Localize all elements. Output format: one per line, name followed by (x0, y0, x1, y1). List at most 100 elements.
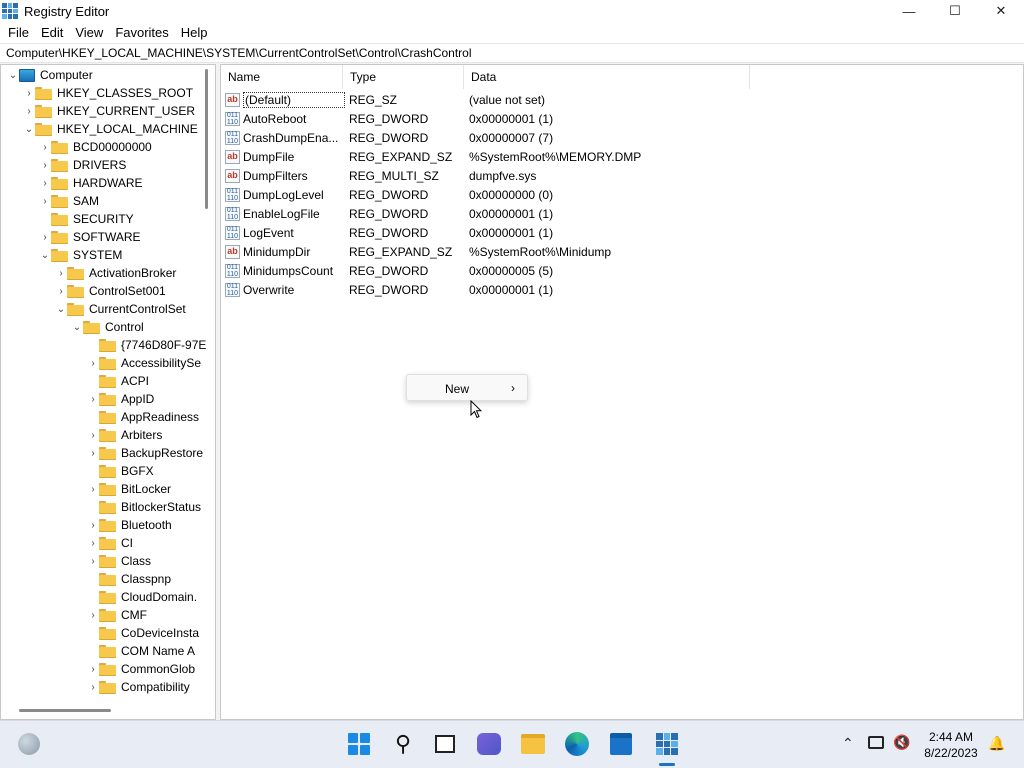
tree-node[interactable]: Classpnp (87, 570, 171, 588)
collapse-chevron-icon[interactable]: ⌄ (39, 246, 51, 264)
tree-node[interactable]: › DRIVERS (39, 156, 126, 174)
tree-node[interactable]: COM Name A (87, 642, 195, 660)
tree-node[interactable]: › ControlSet001 (55, 282, 165, 300)
expand-chevron-icon[interactable]: › (23, 102, 35, 120)
tree-node[interactable]: › SAM (39, 192, 99, 210)
tree-node[interactable]: {7746D80F-97E (87, 336, 206, 354)
value-row[interactable]: 011 110 Overwrite REG_DWORD 0x00000001 (1) (225, 280, 553, 299)
tree-node[interactable]: › CI (87, 534, 133, 552)
menu-favorites[interactable]: Favorites (109, 22, 174, 43)
menu-help[interactable]: Help (175, 22, 214, 43)
tree-node[interactable]: › CMF (87, 606, 147, 624)
expand-chevron-icon[interactable]: › (87, 444, 99, 462)
value-row[interactable]: 011 110 MinidumpsCount REG_DWORD 0x00000005 … (225, 261, 553, 280)
tree-node[interactable]: BitlockerStatus (87, 498, 201, 516)
column-header-type[interactable]: Type (343, 65, 464, 89)
tree-node[interactable]: CoDeviceInsta (87, 624, 199, 642)
expand-chevron-icon[interactable]: › (39, 192, 51, 210)
tree-node[interactable]: › Class (87, 552, 151, 570)
registry-tree[interactable]: ⌄ Computer › HKEY_CLASSES_ROOT › HKEY_CURRENT… (0, 64, 216, 720)
tree-vertical-scrollbar[interactable] (205, 69, 208, 209)
tree-node[interactable]: SECURITY (39, 210, 134, 228)
chat-icon[interactable] (476, 731, 502, 757)
value-row[interactable]: ab (Default) REG_SZ (value not set) (225, 90, 545, 109)
value-row[interactable]: 011 110 LogEvent REG_DWORD 0x00000001 (1) (225, 223, 553, 242)
tree-node[interactable]: › AccessibilitySe (87, 354, 201, 372)
tree-node[interactable]: › BackupRestore (87, 444, 203, 462)
collapse-chevron-icon[interactable]: ⌄ (71, 318, 83, 336)
expand-chevron-icon[interactable]: › (87, 678, 99, 696)
tree-node[interactable]: ⌄ Computer (7, 66, 93, 84)
expand-chevron-icon[interactable]: › (39, 138, 51, 156)
expand-chevron-icon[interactable]: › (39, 174, 51, 192)
value-row[interactable]: ab DumpFile REG_EXPAND_SZ %SystemRoot%\MEMO… (225, 147, 641, 166)
tree-node[interactable]: ⌄ CurrentControlSet (55, 300, 186, 318)
value-row[interactable]: ab DumpFilters REG_MULTI_SZ dumpfve.sys (225, 166, 536, 185)
collapse-chevron-icon[interactable]: ⌄ (23, 120, 35, 138)
expand-chevron-icon[interactable]: › (87, 534, 99, 552)
expand-chevron-icon[interactable]: › (39, 156, 51, 174)
expand-chevron-icon[interactable]: › (87, 480, 99, 498)
value-row[interactable]: 011 110 CrashDumpEna... REG_DWORD 0x00000007… (225, 128, 553, 147)
maximize-button[interactable]: ☐ (932, 0, 978, 22)
registry-editor-taskbar-icon[interactable] (652, 731, 682, 757)
tree-node[interactable]: › Arbiters (87, 426, 162, 444)
tree-node[interactable]: › HARDWARE (39, 174, 142, 192)
expand-chevron-icon[interactable]: › (87, 516, 99, 534)
tree-node[interactable]: › ActivationBroker (55, 264, 176, 282)
tree-node[interactable]: › SOFTWARE (39, 228, 140, 246)
tree-node[interactable]: › BitLocker (87, 480, 171, 498)
tree-node[interactable]: › HKEY_CLASSES_ROOT (23, 84, 193, 102)
tree-node[interactable]: › CommonGlob (87, 660, 195, 678)
volume-muted-icon[interactable]: 🔇 (893, 734, 910, 751)
tree-node[interactable]: › HKEY_CURRENT_USER (23, 102, 195, 120)
column-header-name[interactable]: Name (221, 65, 343, 89)
edge-browser-icon[interactable] (564, 731, 590, 757)
tree-node[interactable]: AppReadiness (87, 408, 199, 426)
expand-chevron-icon[interactable]: › (55, 282, 67, 300)
notifications-icon[interactable]: 🔔 (988, 735, 1005, 752)
tree-node[interactable]: BGFX (87, 462, 154, 480)
start-button-icon[interactable] (346, 731, 372, 757)
tree-node[interactable]: ⌄ HKEY_LOCAL_MACHINE (23, 120, 198, 138)
expand-chevron-icon[interactable]: › (55, 264, 67, 282)
collapse-chevron-icon[interactable]: ⌄ (7, 66, 19, 84)
search-icon[interactable]: ⚲ (390, 731, 416, 757)
expand-chevron-icon[interactable]: › (87, 354, 99, 372)
microsoft-store-icon[interactable] (608, 731, 634, 757)
expand-chevron-icon[interactable]: › (87, 552, 99, 570)
expand-chevron-icon[interactable]: › (23, 84, 35, 102)
expand-chevron-icon[interactable]: › (87, 390, 99, 408)
menu-file[interactable]: File (2, 22, 35, 43)
system-clock[interactable]: 2:44 AM 8/22/2023 (920, 729, 982, 761)
expand-chevron-icon[interactable]: › (87, 606, 99, 624)
value-row[interactable]: 011 110 AutoReboot REG_DWORD 0x00000001 (1) (225, 109, 553, 128)
menu-edit[interactable]: Edit (35, 22, 69, 43)
show-hidden-icons-icon[interactable]: ⌃ (842, 735, 854, 752)
menu-view[interactable]: View (69, 22, 109, 43)
collapse-chevron-icon[interactable]: ⌄ (55, 300, 67, 318)
tree-node[interactable]: ACPI (87, 372, 149, 390)
tree-node[interactable]: › Bluetooth (87, 516, 171, 534)
tree-node[interactable]: › AppID (87, 390, 154, 408)
network-icon[interactable] (868, 736, 884, 749)
minimize-button[interactable]: — (886, 0, 932, 22)
tree-node[interactable]: › Compatibility (87, 678, 189, 696)
values-list[interactable]: Name Type Data ab (Default) REG_SZ (value n… (220, 64, 1024, 720)
task-view-icon[interactable] (432, 731, 458, 757)
value-row[interactable]: 011 110 EnableLogFile REG_DWORD 0x00000001 (… (225, 204, 553, 223)
context-menu-new[interactable]: New › (411, 378, 525, 399)
address-bar[interactable]: Computer\HKEY_LOCAL_MACHINE\SYSTEM\Curre… (0, 43, 1024, 63)
widgets-icon[interactable] (16, 731, 42, 757)
tree-node[interactable]: ⌄ Control (71, 318, 144, 336)
value-row[interactable]: ab MinidumpDir REG_EXPAND_SZ %SystemRoot%\M… (225, 242, 611, 261)
expand-chevron-icon[interactable]: › (87, 426, 99, 444)
tree-node[interactable]: ⌄ SYSTEM (39, 246, 123, 264)
close-button[interactable]: ✕ (978, 0, 1024, 22)
tree-node[interactable]: CloudDomain. (87, 588, 197, 606)
file-explorer-icon[interactable] (520, 731, 546, 757)
tree-horizontal-scrollbar[interactable] (19, 709, 111, 712)
expand-chevron-icon[interactable]: › (39, 228, 51, 246)
value-row[interactable]: 011 110 DumpLogLevel REG_DWORD 0x00000000 (0… (225, 185, 553, 204)
tree-node[interactable]: › BCD00000000 (39, 138, 151, 156)
